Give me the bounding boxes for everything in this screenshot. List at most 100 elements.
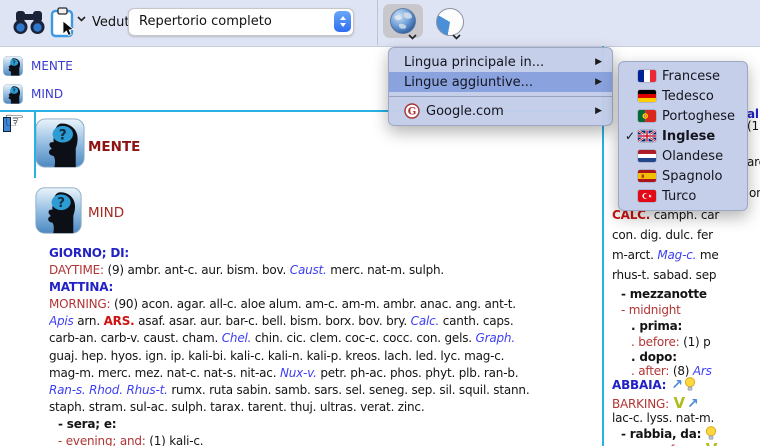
menu-item-google-com[interactable]: G Google.com▶ bbox=[389, 101, 612, 121]
rubric-line[interactable]: staph. stram. sul-ac. sulph. tarax. tare… bbox=[49, 399, 600, 416]
rubric-line[interactable]: . dopo: bbox=[631, 350, 677, 364]
brain-icon[interactable] bbox=[35, 118, 85, 172]
submenu-item-spagnolo[interactable]: Spagnolo bbox=[619, 166, 747, 186]
menu-item-lingue-aggiuntive[interactable]: Lingue aggiuntive...▶ bbox=[389, 72, 612, 92]
rubric-line[interactable]: guaj. hep. hyos. ign. ip. kali-bi. kali-… bbox=[49, 348, 600, 365]
flag-icon-uk bbox=[638, 130, 656, 142]
rubric-line[interactable]: ABBAIA: ↗ bbox=[612, 377, 696, 393]
text-run: Nux-v. bbox=[280, 366, 317, 380]
clipped-text-fragment: (1) bbox=[747, 119, 760, 133]
rubric-line[interactable]: - midnight bbox=[621, 303, 681, 317]
chapter-title-english[interactable]: MIND bbox=[88, 205, 124, 221]
flag-icon-france bbox=[638, 70, 656, 82]
rubric-line[interactable]: . prima: bbox=[631, 319, 682, 333]
flag-icon-portugal bbox=[638, 110, 656, 122]
submenu-item-francese[interactable]: Francese bbox=[619, 66, 747, 86]
clipped-text-fragment: on bbox=[749, 186, 760, 200]
lightbulb-icon bbox=[705, 427, 717, 441]
text-run: merc. nat-m. sulph. bbox=[327, 263, 444, 277]
v-grade-icon: V bbox=[706, 440, 717, 446]
rubric-line[interactable]: mag-m. merc. mez. nat-c. nat-s. nit-ac. … bbox=[49, 365, 600, 382]
chapter-row-mind[interactable]: MIND bbox=[2, 80, 73, 108]
clipboard-pointer-icon[interactable] bbox=[50, 7, 76, 38]
rubric-line[interactable]: Ran-s. Rhod. Rhus-t. rumx. ruta sabin. s… bbox=[49, 382, 600, 399]
text-run: - midnight bbox=[621, 303, 681, 317]
text-run: Mag-c. bbox=[657, 248, 696, 262]
rubric-line[interactable]: GIORNO; DI: bbox=[49, 245, 600, 262]
rubric-line[interactable]: con. dig. dulc. fer bbox=[612, 228, 713, 242]
text-run: petr. ph-ac. phos. phyt. plb. ran-b. bbox=[317, 366, 519, 380]
text-run: asaf. asar. aur. bar-c. bell. bism. borx… bbox=[135, 314, 411, 328]
rubric-line[interactable]: - anger; from: V bbox=[621, 440, 718, 446]
rubric-line[interactable]: rhus-t. sabad. sep bbox=[612, 268, 716, 282]
submenu-item-portoghese[interactable]: Portoghese bbox=[619, 106, 747, 126]
brain-icon bbox=[2, 56, 24, 76]
chapter-row-mente[interactable]: MENTE bbox=[2, 52, 73, 80]
rubric-line[interactable]: MATTINA: bbox=[49, 279, 600, 296]
chevron-down-icon bbox=[452, 34, 461, 40]
text-run: (1) kali-c. bbox=[146, 434, 204, 446]
text-run: carb-an. carb-v. caust. cham. bbox=[49, 331, 222, 345]
submenu-item-label: Portoghese bbox=[662, 109, 735, 124]
view-select[interactable]: Repertorio completo bbox=[128, 8, 354, 36]
chevron-down-icon bbox=[77, 16, 86, 22]
submenu-item-olandese[interactable]: Olandese bbox=[619, 146, 747, 166]
submenu-item-label: Inglese bbox=[662, 129, 715, 144]
rubric-line[interactable]: MORNING: (90) acon. agar. all-c. aloe al… bbox=[49, 296, 600, 313]
submenu-item-tedesco[interactable]: Tedesco bbox=[619, 86, 747, 106]
language-menu: Lingua principale in...▶Lingue aggiuntiv… bbox=[388, 47, 613, 126]
rubric-line[interactable]: m-arct. Mag-c. me bbox=[612, 248, 719, 262]
text-run: ARS. bbox=[104, 314, 135, 328]
chapter-title-italian[interactable]: MENTE bbox=[88, 139, 140, 155]
rubric-line[interactable]: Apis arn. ARS. asaf. asar. aur. bar-c. b… bbox=[49, 313, 600, 330]
select-stepper-icon[interactable] bbox=[334, 11, 351, 32]
view-select-value: Repertorio completo bbox=[139, 14, 272, 29]
submenu-arrow-icon: ▶ bbox=[595, 106, 602, 116]
text-run: . prima: bbox=[631, 319, 682, 333]
menu-item-lingua-principale-in[interactable]: Lingua principale in...▶ bbox=[389, 52, 612, 72]
text-run: staph. stram. sul-ac. sulph. tarax. tare… bbox=[49, 400, 424, 414]
chapter-list: MENTE MIND bbox=[2, 52, 73, 108]
rubric-line[interactable]: BARKING: V↗ bbox=[612, 394, 699, 412]
google-icon: G bbox=[404, 103, 420, 119]
rubric-line[interactable]: - mezzanotte bbox=[621, 287, 707, 301]
text-run: ABBAIA: bbox=[612, 378, 670, 392]
submenu-item-label: Spagnolo bbox=[662, 169, 722, 184]
rubric-line[interactable]: DAYTIME: (9) ambr. ant-c. aur. bism. bov… bbox=[49, 262, 600, 279]
rubric-line[interactable]: - rabbia, da: bbox=[621, 426, 717, 441]
text-run: arn. bbox=[74, 314, 104, 328]
submenu-arrow-icon: ▶ bbox=[595, 57, 602, 67]
text-run: guaj. hep. hyos. ign. ip. kali-bi. kali-… bbox=[49, 349, 504, 363]
submenu-item-turco[interactable]: Turco bbox=[619, 186, 747, 206]
text-run: me bbox=[696, 248, 718, 262]
rubric-line[interactable]: . after: (8) Ars bbox=[631, 364, 712, 378]
text-run: MATTINA: bbox=[49, 280, 113, 294]
rubric-line[interactable]: lac-c. lyss. nat-m. bbox=[612, 411, 714, 425]
text-run: mag-m. merc. mez. nat-c. nat-s. nit-ac. bbox=[49, 366, 280, 380]
menu-item-label: Lingue aggiuntive... bbox=[404, 75, 595, 90]
flag-icon-spain bbox=[638, 170, 656, 182]
flag-icon-germany bbox=[638, 90, 656, 102]
gutter-divider bbox=[34, 112, 36, 178]
rubric-line[interactable]: - evening; and: (1) kali-c. bbox=[49, 433, 600, 446]
text-run: - evening; and: bbox=[58, 434, 146, 446]
brain-icon[interactable] bbox=[35, 187, 82, 238]
menu-item-label: Google.com bbox=[426, 104, 595, 119]
text-run: (90) acon. agar. all-c. aloe alum. am-c.… bbox=[110, 297, 515, 311]
binoculars-icon[interactable] bbox=[13, 10, 45, 36]
pie-chart-icon bbox=[436, 8, 464, 36]
submenu-item-inglese[interactable]: ✓ Inglese bbox=[619, 126, 747, 146]
text-run: Ars bbox=[693, 364, 712, 378]
menu-separator bbox=[389, 96, 612, 97]
chapter-row-label: MENTE bbox=[31, 59, 73, 73]
rubric-line[interactable]: carb-an. carb-v. caust. cham. Chel. chin… bbox=[49, 330, 600, 347]
text-run: - mezzanotte bbox=[621, 287, 707, 301]
analysis-pie-button[interactable] bbox=[429, 4, 469, 38]
language-globe-button[interactable] bbox=[383, 4, 423, 38]
rubric-line[interactable]: . before: (1) p bbox=[631, 335, 711, 349]
brain-icon bbox=[2, 84, 24, 104]
v-grade-icon: V bbox=[674, 394, 685, 412]
chapter-row-label: MIND bbox=[31, 87, 63, 101]
checkmark-icon: ✓ bbox=[625, 129, 638, 143]
rubric-line[interactable]: - sera; e: bbox=[49, 416, 600, 433]
